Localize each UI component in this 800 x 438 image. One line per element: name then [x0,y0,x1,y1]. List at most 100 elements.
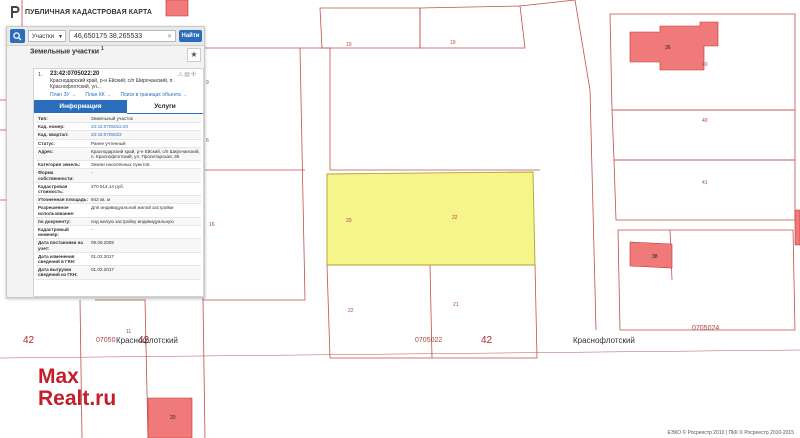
info-row-value[interactable]: 23:42:0705022:20 [89,124,201,129]
results-count: 1 [100,46,104,52]
info-row-value: - [91,227,93,233]
info-row-key: по документу: [38,218,71,224]
parcel-label: 22 [348,308,354,314]
info-row: Кадастровый инженер: - [36,226,201,240]
region-label: 42 [481,335,493,346]
parcel-boundary [419,5,526,49]
info-row-key: Кад. квартал: [38,132,69,138]
parcel-label: 40 [702,62,708,68]
object-type-select[interactable]: Участки ▼ [28,30,66,42]
info-row-value: 01.02.2017 [91,253,114,259]
info-row-key: Дата постановки на учет: [38,240,83,251]
parcel-boundary [519,0,576,7]
maxrealt-watermark: Max Realt.ru [38,366,116,410]
parcel-boundary [300,47,331,170]
search-bar: Участки ▼ 46,650175 38,265533 ✕ Найти [7,27,204,46]
app-title: ПУБЛИЧНАЯ КАДАСТРОВАЯ КАРТА [25,8,153,16]
parcel-boundary [202,47,306,301]
info-row-value: 942 кв. м [91,197,111,203]
info-row-value: 01.02.2017 [91,267,114,273]
results-title-text: Земельные участки [30,48,100,56]
search-input[interactable]: 46,650175 38,265533 ✕ [69,30,176,42]
place-name: Краснофлотский [116,336,178,345]
info-row-value: Ранее учтенный [91,140,126,146]
search-icon[interactable] [10,29,25,43]
watermark-line1: Max [38,365,79,388]
plan-zu-link[interactable]: План ЗУ → [50,92,76,98]
info-row-value[interactable]: 23:42:0705022 [89,132,201,137]
road-line [0,349,800,359]
star-icon[interactable]: ★ [187,48,201,62]
info-row-key: Статус: [38,140,56,146]
search-in-bounds-link[interactable]: Поиск в границах объекта → [120,92,187,98]
info-row: Форма собственности: - [36,169,201,183]
app-header: ПУБЛИЧНАЯ КАДАСТРОВАЯ КАРТА [0,0,230,24]
info-row-value: Земли населённых пунктов [91,162,150,168]
info-row-value: 270 514,14 руб. [91,183,125,189]
quarter-label: 0705022 [415,337,443,344]
info-row: Адрес: Краснодарский край, р-н Ейский, с/… [36,147,201,162]
copyright-text: ЕЭКО © Росреестр 2010 | ПКК © Росреестр … [665,430,796,436]
search-panel: Участки ▼ 46,650175 38,265533 ✕ Найти Зе… [6,26,205,298]
info-row-value: под жилую застройку индивидуальную [91,218,174,224]
parcel-label: 9 [206,80,209,86]
building-label: 38 [652,254,658,260]
watermark-line2: Realt.ru [38,387,117,410]
info-row-key: Форма собственности: [38,170,74,181]
info-row: по документу: под жилую застройку индивид… [36,217,201,227]
building[interactable] [629,241,673,269]
search-input-value: 46,650175 38,265533 [74,33,143,40]
tab-services[interactable]: Услуги [127,100,203,114]
info-row-key: Категория земель: [38,162,81,168]
info-row-key: Дата выгрузки сведений из ГКН: [38,267,78,278]
region-label: 42 [23,335,35,346]
parcel-label: 41 [702,180,708,186]
parcel-boundary [319,7,421,49]
parcel-boundary [574,0,597,331]
parcel-label: 19 [450,40,456,46]
result-cad-number[interactable]: 23:42:0705022:20 [50,71,99,77]
parcel-label: 22 [452,215,458,221]
info-row: Кад. номер: 23:42:0705022:20 [36,123,201,132]
result-card[interactable]: 1. 23:42:0705022:20 ⚠▤✣ Краснодарский кр… [33,68,204,297]
parcel-label: 19 [346,42,352,48]
info-row-key: Адрес: [38,148,54,154]
tab-information[interactable]: Информация [34,100,127,113]
info-row-value: Для индивидуальной жилой застройки [91,205,174,211]
info-row-key: Кад. номер: [38,124,65,130]
results-title: Земельные участки 1 [30,46,104,55]
chevron-down-icon: ▼ [58,34,63,40]
info-row: Разрешенное использование: Для индивидуал… [36,204,201,218]
result-links: План ЗУ → План КК → Поиск в границах объ… [50,92,195,98]
info-row-value: - [91,170,93,176]
clear-icon[interactable]: ✕ [167,31,172,43]
info-row: Дата изменения сведений в ГКН: 01.02.2017 [36,253,201,267]
parcel-boundary [202,299,206,438]
info-row-key: Кадастровая стоимость: [38,183,68,195]
info-row: Тип: Земельный участок [36,115,201,124]
rosreestr-logo-icon[interactable] [8,5,22,19]
parcel-boundary [429,264,433,359]
info-row-key: Разрешенное использование: [38,205,75,216]
building-label: 20 [170,415,176,421]
find-button[interactable]: Найти [179,30,202,42]
info-row-value: 09.06.2009 [91,240,114,246]
parcel-label: 16 [209,222,215,228]
card-tabs: Информация Услуги [34,100,203,114]
building[interactable] [794,209,800,246]
parcel-boundary [613,159,796,221]
selected-parcel[interactable] [326,171,536,266]
parcel-label: 11 [126,329,132,335]
info-row: Дата постановки на учет: 09.06.2009 [36,239,201,253]
parcel-label: 40 [702,118,708,124]
quarter-label: 0705024 [692,325,720,332]
info-row-key: Тип: [38,116,48,121]
info-row: Дата выгрузки сведений из ГКН: 01.02.2017 [36,266,201,280]
result-address: Краснодарский край, р-н Ейский, с/п Широ… [50,78,174,90]
info-row-key: Кадастровый инженер: [38,227,69,238]
result-index: 1. [38,72,43,78]
object-type-value: Участки [32,34,54,40]
place-name: Краснофлотский [573,336,635,345]
plan-kk-link[interactable]: План КК → [85,92,111,98]
parcel-label: 20 [346,218,352,224]
